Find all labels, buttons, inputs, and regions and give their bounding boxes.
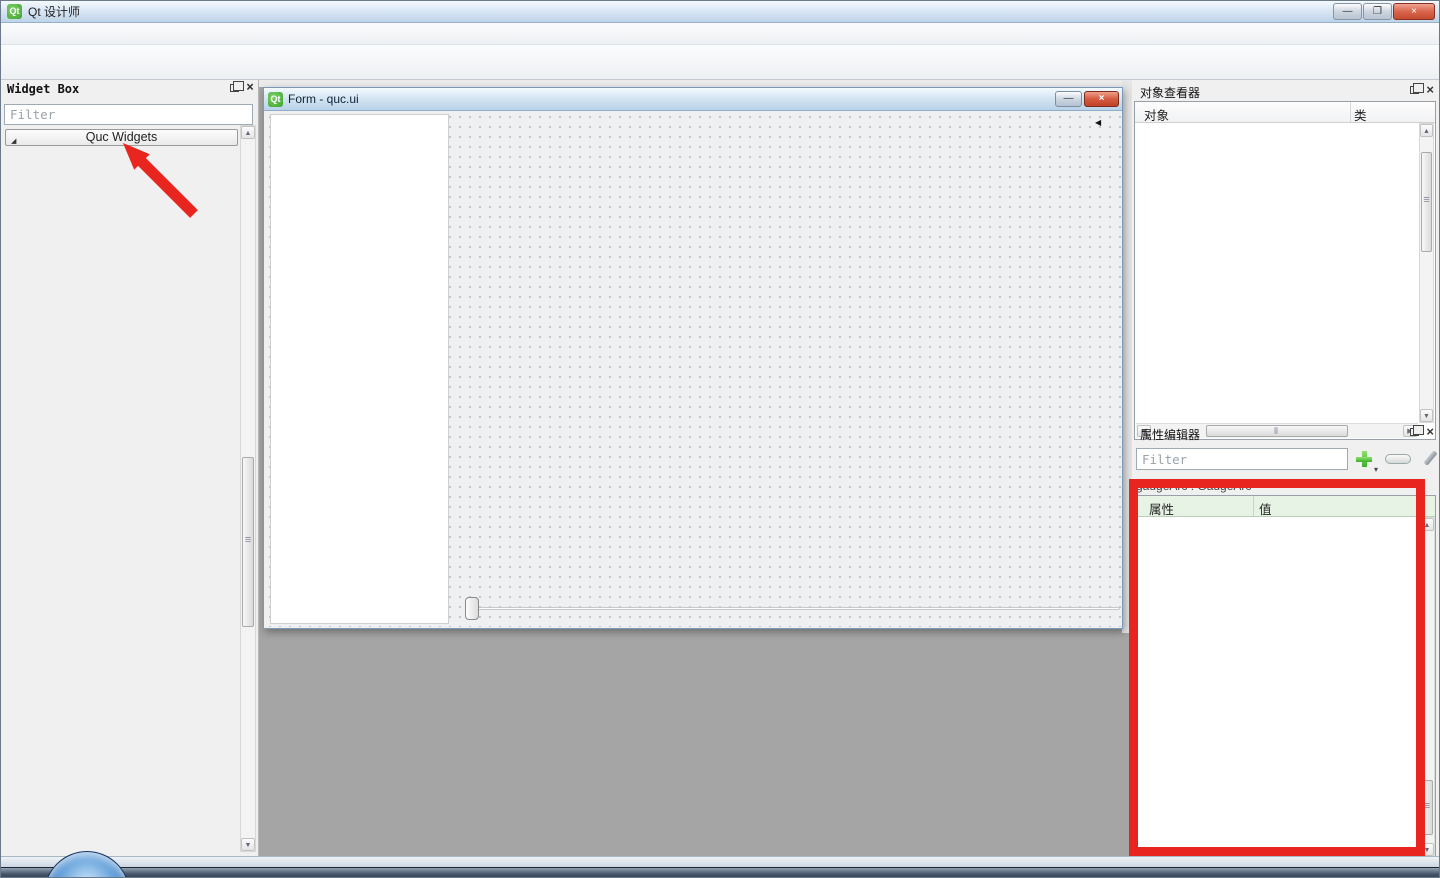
object-inspector-body: 对象 类 ▲ ▼ ◀ ▶ xyxy=(1134,101,1436,440)
scroll-handle[interactable] xyxy=(1421,152,1432,252)
widget-box-panel: Widget Box × ◢ Quc Widgets ▲ ▼ xyxy=(1,80,259,856)
restore-button[interactable]: ❐ xyxy=(1363,3,1392,20)
property-editor-toolbar xyxy=(1136,447,1440,471)
menu-bar xyxy=(1,23,1439,45)
column-property: 属性 xyxy=(1149,499,1174,518)
right-dock: 对象查看器 × 对象 类 ▲ ▼ ◀ ▶ 属性编辑器 × xyxy=(1132,80,1438,859)
scroll-up-icon[interactable]: ▲ xyxy=(1420,124,1433,137)
form-minimize-button[interactable]: — xyxy=(1055,91,1082,107)
widget-list xyxy=(1,149,241,846)
float-panel-icon[interactable] xyxy=(1410,428,1419,436)
section-label: Quc Widgets xyxy=(86,130,158,144)
column-object: 对象 xyxy=(1144,105,1169,124)
remove-property-button[interactable] xyxy=(1385,454,1411,464)
property-filter-input[interactable] xyxy=(1136,448,1348,470)
object-inspector-title-text: 对象查看器 xyxy=(1140,86,1200,100)
window-title: Qt 设计师 xyxy=(28,3,80,20)
dock-indicator-icon: ◀ xyxy=(1095,118,1101,127)
toolbar xyxy=(1,45,1439,80)
form-title: Form - quc.ui xyxy=(288,92,359,106)
selected-object-class-line: gaugeArc : GaugeArc xyxy=(1136,479,1418,495)
property-editor-title-text: 属性编辑器 xyxy=(1140,428,1200,442)
slider-handle[interactable] xyxy=(465,597,479,620)
column-value: 值 xyxy=(1259,499,1272,518)
scroll-up-icon[interactable]: ▲ xyxy=(1420,518,1434,531)
widget-box-title-text: Widget Box xyxy=(7,82,79,96)
nav-list-widget[interactable] xyxy=(270,114,449,624)
scroll-down-icon[interactable]: ▼ xyxy=(241,838,255,851)
close-panel-icon[interactable]: × xyxy=(246,83,254,92)
property-rows xyxy=(1135,517,1418,857)
mdi-area: Qt Form - quc.ui — × ◀ xyxy=(259,80,1132,859)
window-frame-bottom xyxy=(1,856,1439,867)
section-expander-icon: ◢ xyxy=(11,134,16,149)
add-dynamic-property-button[interactable] xyxy=(1353,448,1375,470)
property-table: 属性 值 ▲ ▼ xyxy=(1134,495,1436,858)
windows-taskbar xyxy=(1,867,1439,878)
minimize-button[interactable]: — xyxy=(1333,3,1362,20)
qt-logo-icon: Qt xyxy=(7,4,22,19)
float-panel-icon[interactable] xyxy=(230,84,239,92)
form-close-button[interactable]: × xyxy=(1084,91,1119,107)
scroll-handle[interactable] xyxy=(1421,780,1433,835)
object-tree xyxy=(1136,123,1418,423)
widget-filter-input[interactable] xyxy=(4,104,253,125)
object-inspector-header: 对象 类 xyxy=(1135,102,1435,123)
widget-box-title: Widget Box × xyxy=(1,80,258,99)
quc-widgets-section-header[interactable]: ◢ Quc Widgets xyxy=(5,129,238,146)
scroll-down-icon[interactable]: ▼ xyxy=(1420,409,1433,422)
mdi-strip-top xyxy=(259,80,1132,87)
horizontal-slider[interactable] xyxy=(465,597,1120,621)
object-inspector-title: 对象查看器 × xyxy=(1132,82,1438,101)
float-panel-icon[interactable] xyxy=(1410,86,1419,94)
property-table-scrollbar[interactable]: ▲ ▼ xyxy=(1419,517,1435,857)
configure-property-editor-button[interactable] xyxy=(1419,448,1440,470)
property-editor-title: 属性编辑器 × xyxy=(1132,424,1438,443)
column-class: 类 xyxy=(1354,105,1367,124)
close-panel-icon[interactable]: × xyxy=(1426,85,1434,94)
title-bar[interactable]: Qt Qt 设计师 — ❐ × xyxy=(1,1,1439,23)
scroll-up-icon[interactable]: ▲ xyxy=(241,126,255,139)
slider-groove xyxy=(469,607,1120,610)
property-table-header: 属性 值 xyxy=(1135,496,1435,517)
gauge-arc-widget[interactable] xyxy=(553,123,1023,593)
form-window[interactable]: Qt Form - quc.ui — × ◀ xyxy=(263,87,1123,629)
scroll-handle[interactable] xyxy=(242,457,254,627)
scroll-down-icon[interactable]: ▼ xyxy=(1420,843,1434,856)
widget-box-scrollbar[interactable]: ▲ ▼ xyxy=(240,125,256,852)
object-tree-scrollbar[interactable]: ▲ ▼ xyxy=(1419,123,1434,423)
form-canvas[interactable]: ◀ xyxy=(265,112,1121,627)
qt-designer-window: Qt Qt 设计师 — ❐ × Widget Box × ◢ Quc Widge… xyxy=(0,0,1440,878)
close-button[interactable]: × xyxy=(1393,3,1435,20)
gauge-svg xyxy=(553,123,1023,593)
form-title-bar[interactable]: Qt Form - quc.ui — × xyxy=(264,88,1122,111)
mdi-strip-right xyxy=(1122,80,1132,633)
qt-form-icon: Qt xyxy=(268,92,283,107)
close-panel-icon[interactable]: × xyxy=(1426,427,1434,436)
